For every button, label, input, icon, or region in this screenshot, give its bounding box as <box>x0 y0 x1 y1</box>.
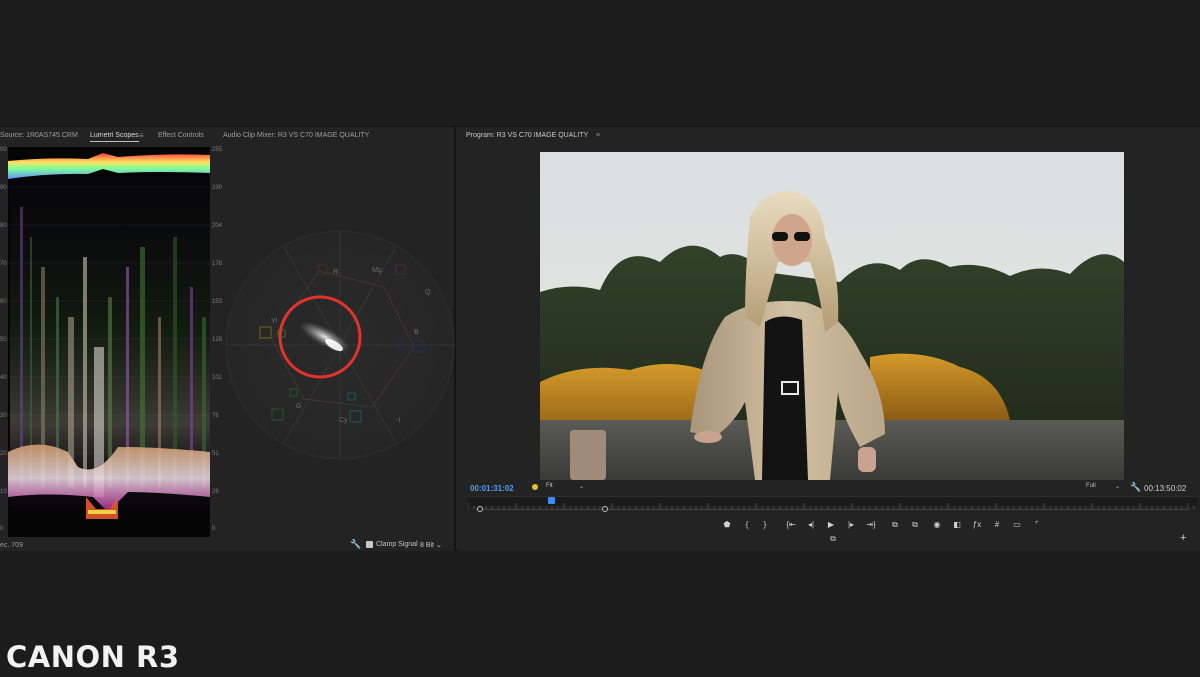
current-timecode[interactable]: 00:01:31:02 <box>470 484 514 493</box>
zoom-handle-right[interactable] <box>602 506 608 512</box>
axis-tick: 26 <box>212 489 219 495</box>
fx-bypass-button[interactable]: ƒx <box>970 519 984 531</box>
scopes-footer: ec. 709 🔧 Clamp Signal 8 Bit ⌄ <box>0 537 456 552</box>
axis-tick: 30 <box>0 413 7 419</box>
clamp-signal-checkbox[interactable] <box>366 541 373 548</box>
axis-tick: 230 <box>212 185 223 191</box>
clamp-signal-label: Clamp Signal <box>376 541 418 548</box>
wrench-icon[interactable]: 🔧 <box>1130 482 1141 493</box>
axis-tick: 204 <box>212 223 223 229</box>
panel-menu-icon[interactable]: ≡ <box>139 131 144 140</box>
panel-tab-bar: Source: 1R0AS745.CRM Lumetri Scopes ≡ Ef… <box>0 127 456 143</box>
vs-label-g: G <box>296 403 302 410</box>
rgb-waveform-scope <box>8 147 210 537</box>
top-letterbox <box>0 0 1200 126</box>
vs-label-b: B <box>414 329 419 336</box>
vs-label-i: -I <box>396 417 401 424</box>
axis-tick: 128 <box>212 337 223 343</box>
play-button[interactable]: ▶ <box>824 519 838 531</box>
zoom-scrollbar-track <box>476 509 1188 510</box>
multi-camera-button[interactable]: ⌜ <box>1030 519 1044 531</box>
playback-resolution-select[interactable]: Full ⌄ <box>1086 483 1122 493</box>
waveform-graphic <box>8 153 210 519</box>
marker-indicator <box>532 484 538 490</box>
axis-tick: 00 <box>0 147 7 153</box>
zoom-fit-select[interactable]: Fit ⌄ <box>546 483 586 493</box>
scopes-panel: Source: 1R0AS745.CRM Lumetri Scopes ≡ Ef… <box>0 127 456 552</box>
time-ruler[interactable] <box>467 496 1198 509</box>
axis-tick: 0 <box>0 526 4 532</box>
axis-tick: 50 <box>0 337 7 343</box>
vs-label-mg: Mg <box>372 267 382 274</box>
chevron-down-icon: ⌄ <box>578 484 584 490</box>
bottom-letterbox <box>0 551 1200 677</box>
mark-in-button[interactable]: { <box>740 519 754 531</box>
axis-tick: 40 <box>0 375 7 381</box>
lift-button[interactable]: ⧉ <box>888 519 902 531</box>
axis-tick: 102 <box>212 375 223 381</box>
axis-tick: 90 <box>0 185 7 191</box>
vs-label-yl: Yl <box>271 318 278 325</box>
camera-caption: CANON R3 <box>6 640 180 674</box>
vs-label-r: R <box>333 269 339 276</box>
axis-tick: 0 <box>212 526 216 532</box>
vectorscope-graphic <box>225 230 455 460</box>
program-monitor-title[interactable]: Program: R3 VS C70 IMAGE QUALITY ≡ <box>466 132 600 139</box>
zoom-fit-value: Fit <box>546 483 553 489</box>
tab-source[interactable]: Source: 1R0AS745.CRM <box>0 132 78 139</box>
comparison-view-button[interactable]: ◧ <box>950 519 964 531</box>
wrench-icon[interactable]: 🔧 <box>350 539 361 550</box>
axis-tick: 10 <box>0 489 7 495</box>
vr-video-button[interactable]: ▭ <box>1010 519 1024 531</box>
video-frame-image <box>540 152 1124 480</box>
export-frame-button[interactable]: ◉ <box>930 519 944 531</box>
program-video-frame <box>540 152 1124 480</box>
axis-tick: 255 <box>212 147 223 153</box>
program-monitor-panel: Program: R3 VS C70 IMAGE QUALITY ≡ 00:01… <box>458 127 1200 552</box>
add-marker-button[interactable]: ⬟ <box>720 519 734 531</box>
chevron-down-icon: ⌄ <box>435 542 442 549</box>
resolution-value: Full <box>1086 483 1096 489</box>
axis-tick: 178 <box>212 261 223 267</box>
tab-lumetri-scopes[interactable]: Lumetri Scopes <box>90 132 139 142</box>
go-to-out-button[interactable]: ⇥} <box>864 519 878 531</box>
axis-tick: 70 <box>0 261 7 267</box>
axis-tick: 153 <box>212 299 223 305</box>
step-back-button[interactable]: ◂| <box>804 519 818 531</box>
panel-menu-icon[interactable]: ≡ <box>596 132 600 139</box>
tab-effect-controls[interactable]: Effect Controls <box>158 132 204 139</box>
insert-overlay-button[interactable]: ⧉ <box>826 534 840 546</box>
vs-label-cy: Cy <box>339 417 348 424</box>
mark-out-button[interactable]: } <box>758 519 772 531</box>
colorspace-label: ec. 709 <box>0 542 23 549</box>
tab-audio-clip-mixer[interactable]: Audio Clip Mixer: R3 VS C70 IMAGE QUALIT… <box>223 132 369 139</box>
axis-tick: 80 <box>0 223 7 229</box>
axis-tick: 51 <box>212 451 219 457</box>
go-to-in-button[interactable]: {⇤ <box>784 519 798 531</box>
vectorscope: R Mg Q B Yl G Cy -I <box>224 229 456 461</box>
chevron-down-icon: ⌄ <box>1114 484 1120 490</box>
bit-depth-select[interactable]: 8 Bit ⌄ <box>420 541 442 549</box>
duration-timecode: 00:13:50:02 <box>1144 484 1187 493</box>
program-title-label: Program: R3 VS C70 IMAGE QUALITY <box>466 132 589 139</box>
extract-button[interactable]: ⧉ <box>908 519 922 531</box>
axis-tick: 76 <box>212 413 219 419</box>
axis-tick: 20 <box>0 451 7 457</box>
axis-tick: 60 <box>0 299 7 305</box>
premiere-workspace: Source: 1R0AS745.CRM Lumetri Scopes ≡ Ef… <box>0 126 1200 552</box>
button-editor-plus-button[interactable]: + <box>1180 532 1186 544</box>
step-forward-button[interactable]: |▸ <box>844 519 858 531</box>
vs-label-q: Q <box>425 289 431 296</box>
bit-depth-value: 8 Bit <box>420 542 435 549</box>
safe-margins-button[interactable]: # <box>990 519 1004 531</box>
zoom-handle-left[interactable] <box>477 506 483 512</box>
playhead[interactable] <box>548 497 556 504</box>
